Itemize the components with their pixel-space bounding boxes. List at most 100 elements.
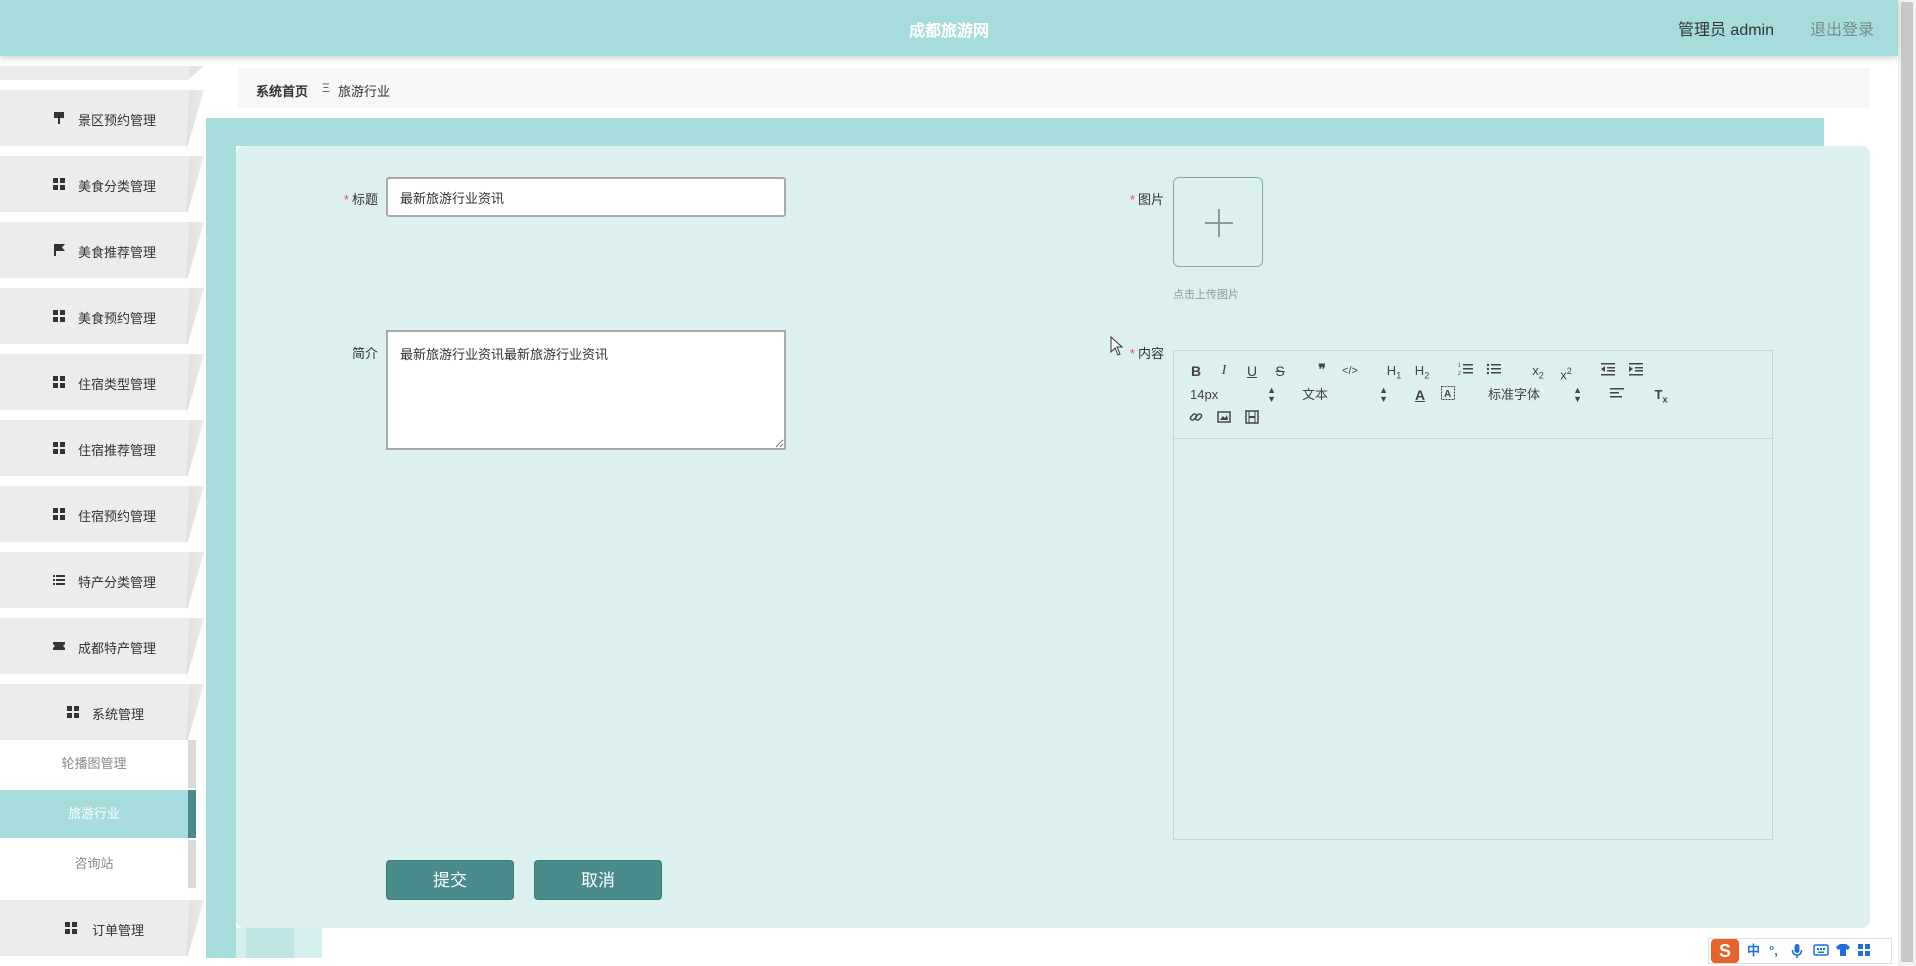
summary-textarea[interactable]: 最新旅游行业资讯最新旅游行业资讯 (386, 330, 786, 450)
font-color-icon[interactable]: A (1412, 386, 1428, 404)
font-family-select[interactable]: 标准字体 ▲ ▼ (1488, 386, 1582, 404)
image-upload-hint: 点击上传图片 (1173, 289, 1239, 301)
summary-label: 简介 (351, 346, 378, 361)
link-icon[interactable] (1188, 410, 1204, 428)
grid-icon (52, 375, 66, 389)
heading2-icon[interactable]: H2 (1412, 362, 1432, 381)
ticket-icon (52, 639, 66, 653)
content-left-band (206, 118, 236, 958)
italic-icon[interactable]: I (1216, 362, 1232, 380)
logout-link[interactable]: 退出登录 (1810, 16, 1874, 40)
sidebar-item-scenic-booking[interactable]: 景区预约管理 (0, 90, 204, 146)
underline-icon[interactable]: U (1244, 362, 1260, 380)
chevron-updown-icon: ▲ ▼ (1267, 385, 1276, 404)
grid-icon (52, 441, 66, 455)
editor-content-area[interactable] (1174, 440, 1772, 839)
sidebar-subitem-carousel[interactable]: 轮播图管理 (0, 740, 196, 788)
blockquote-icon[interactable]: ❞ (1314, 362, 1330, 380)
grid-icon (52, 177, 66, 191)
sidebar-item-orders[interactable]: 订单管理 (0, 900, 204, 956)
rich-text-editor: B I U S ❞ </> H1 H2 12 x2 x2 14px ▲ ▼ 文本 … (1173, 350, 1773, 840)
sidebar-item-lodging-type[interactable]: 住宿类型管理 (0, 354, 204, 410)
vertical-scrollbar[interactable] (1898, 0, 1916, 966)
required-mark: * (343, 192, 349, 207)
font-size-select[interactable]: 14px ▲ ▼ (1190, 386, 1276, 404)
bold-icon[interactable]: B (1188, 362, 1204, 380)
sidebar-item-partial[interactable] (0, 66, 204, 80)
sidebar: 景区预约管理 美食分类管理 美食推荐管理 美食预约管理 住宿类型管理 住宿推荐管… (0, 56, 206, 966)
ime-mode[interactable]: 中 (1747, 943, 1760, 959)
list-icon (52, 573, 66, 587)
grid-icon (52, 309, 66, 323)
sidebar-item-label: 美食推荐管理 (78, 245, 157, 260)
ordered-list-icon[interactable]: 12 (1457, 362, 1475, 380)
bullet-list-icon[interactable] (1485, 362, 1503, 380)
superscript-icon[interactable]: x2 (1557, 362, 1575, 382)
skin-icon[interactable] (1835, 943, 1851, 961)
sidebar-item-label: 景区预约管理 (78, 113, 157, 128)
grid-icon (66, 705, 80, 719)
microphone-icon[interactable] (1791, 943, 1803, 963)
block-type-select[interactable]: 文本 ▲ ▼ (1302, 386, 1388, 404)
ime-toolbar[interactable]: S 中 °, (1708, 938, 1892, 964)
sidebar-item-food-category[interactable]: 美食分类管理 (0, 156, 204, 212)
video-insert-icon[interactable] (1244, 410, 1260, 428)
sidebar-item-lodging-recommend[interactable]: 住宿推荐管理 (0, 420, 204, 476)
breadcrumb: 系统首页 Ξ 旅游行业 (238, 68, 1870, 108)
svg-text:2: 2 (1458, 371, 1461, 376)
submit-button[interactable]: 提交 (386, 860, 514, 900)
image-insert-icon[interactable] (1216, 410, 1232, 428)
required-mark: * (1129, 192, 1135, 207)
svg-text:A: A (1444, 389, 1451, 400)
sidebar-item-label: 住宿推荐管理 (78, 443, 157, 458)
current-user: 管理员 admin (1677, 22, 1774, 39)
sidebar-item-label: 特产分类管理 (78, 575, 157, 590)
sidebar-item-label: 美食分类管理 (78, 179, 157, 194)
chevron-updown-icon: ▲ ▼ (1379, 385, 1388, 404)
ime-punctuation[interactable]: °, (1769, 943, 1778, 959)
sidebar-item-system[interactable]: 系统管理 (0, 684, 204, 740)
breadcrumb-home[interactable]: 系统首页 (256, 81, 308, 100)
breadcrumb-separator: Ξ (322, 81, 330, 95)
content-header-band (206, 118, 1824, 146)
background-color-icon[interactable]: A (1440, 386, 1456, 404)
sidebar-subitem-consult[interactable]: 咨询站 (0, 840, 196, 888)
sidebar-item-food-recommend[interactable]: 美食推荐管理 (0, 222, 204, 278)
title-input[interactable] (386, 177, 786, 217)
top-header: 成都旅游网 管理员 admin 退出登录 (0, 0, 1898, 56)
cancel-button[interactable]: 取消 (534, 860, 662, 900)
tools-grid-icon[interactable] (1857, 943, 1871, 961)
heading1-icon[interactable]: H1 (1384, 362, 1404, 381)
svg-text:1: 1 (1458, 363, 1461, 369)
sidebar-subitem-travel-industry[interactable]: 旅游行业 (0, 790, 196, 838)
strikethrough-icon[interactable]: S (1272, 362, 1288, 380)
image-upload-button[interactable] (1173, 177, 1263, 267)
sidebar-item-specialty-category[interactable]: 特产分类管理 (0, 552, 204, 608)
indent-icon[interactable] (1627, 362, 1645, 380)
chevron-updown-icon: ▲ ▼ (1573, 385, 1582, 404)
grid-icon (64, 921, 78, 935)
keyboard-icon[interactable] (1813, 943, 1829, 961)
sidebar-item-food-booking[interactable]: 美食预约管理 (0, 288, 204, 344)
sidebar-item-label: 美食预约管理 (78, 311, 157, 326)
ime-logo[interactable]: S (1711, 939, 1739, 963)
site-title: 成都旅游网 (908, 23, 989, 40)
grid-icon (52, 507, 66, 521)
clear-format-icon[interactable]: Tx (1652, 386, 1670, 405)
sidebar-item-specialty[interactable]: 成都特产管理 (0, 618, 204, 674)
flag-icon (52, 243, 66, 257)
code-block-icon[interactable]: </> (1342, 362, 1358, 380)
outdent-icon[interactable] (1599, 362, 1617, 380)
sidebar-item-label: 订单管理 (92, 923, 145, 938)
breadcrumb-current: 旅游行业 (338, 84, 391, 99)
required-mark: * (1129, 346, 1135, 361)
sidebar-item-label: 系统管理 (92, 707, 145, 722)
editor-toolbar: B I U S ❞ </> H1 H2 12 x2 x2 14px ▲ ▼ 文本 … (1174, 351, 1772, 439)
mouse-pointer-icon (1110, 336, 1124, 356)
scrollbar-thumb[interactable] (1901, 2, 1913, 962)
sidebar-item-label: 成都特产管理 (78, 641, 157, 656)
sidebar-item-lodging-booking[interactable]: 住宿预约管理 (0, 486, 204, 542)
align-left-icon[interactable] (1608, 386, 1626, 404)
image-label: * 图片 (1129, 192, 1164, 207)
subscript-icon[interactable]: x2 (1529, 362, 1547, 381)
